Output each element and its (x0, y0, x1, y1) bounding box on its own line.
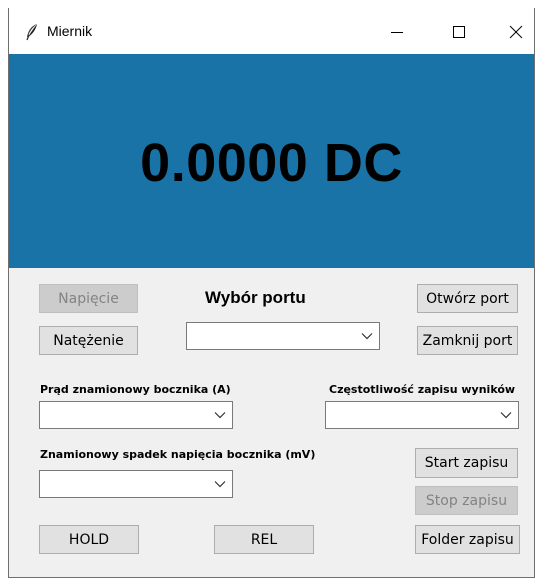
measurement-value: 0.0000 DC (140, 133, 403, 193)
shunt-voltage-drop-label: Znamionowy spadek napięcia bocznika (mV) (40, 448, 316, 461)
shunt-voltage-drop-select[interactable] (39, 470, 233, 498)
title-bar[interactable]: Miernik (9, 8, 534, 54)
open-port-button[interactable]: Otwórz port (417, 284, 518, 313)
window-title: Miernik (47, 23, 93, 39)
port-selection-heading: Wybór portu (205, 288, 306, 307)
chevron-down-icon (214, 412, 226, 419)
feather-icon (26, 24, 37, 41)
rel-button[interactable]: REL (214, 525, 314, 554)
shunt-current-label: Prąd znamionowy bocznika (A) (40, 383, 231, 396)
shunt-current-select[interactable] (39, 401, 233, 429)
start-recording-button[interactable]: Start zapisu (415, 448, 518, 478)
chevron-down-icon (361, 333, 373, 340)
close-icon (509, 25, 523, 39)
chevron-down-icon (500, 412, 512, 419)
port-select[interactable] (186, 322, 380, 350)
minimize-button[interactable] (374, 8, 420, 54)
maximize-icon (453, 26, 465, 38)
voltage-mode-button[interactable]: Napięcie (39, 284, 138, 313)
recording-frequency-label: Częstotliwość zapisu wyników (329, 383, 516, 396)
chevron-down-icon (214, 481, 226, 488)
measurement-display: 0.0000 DC (9, 54, 534, 268)
stop-recording-button[interactable]: Stop zapisu (415, 486, 518, 515)
app-window: Miernik 0.0000 DC Napięcie Wybór portu O… (8, 8, 535, 578)
recording-frequency-select[interactable] (325, 401, 519, 429)
hold-button[interactable]: HOLD (39, 525, 139, 554)
close-button[interactable] (492, 8, 538, 54)
maximize-button[interactable] (436, 8, 482, 54)
current-mode-button[interactable]: Natężenie (39, 326, 138, 355)
recording-folder-button[interactable]: Folder zapisu (415, 525, 520, 554)
minimize-icon (391, 32, 403, 33)
close-port-button[interactable]: Zamknij port (417, 326, 518, 355)
